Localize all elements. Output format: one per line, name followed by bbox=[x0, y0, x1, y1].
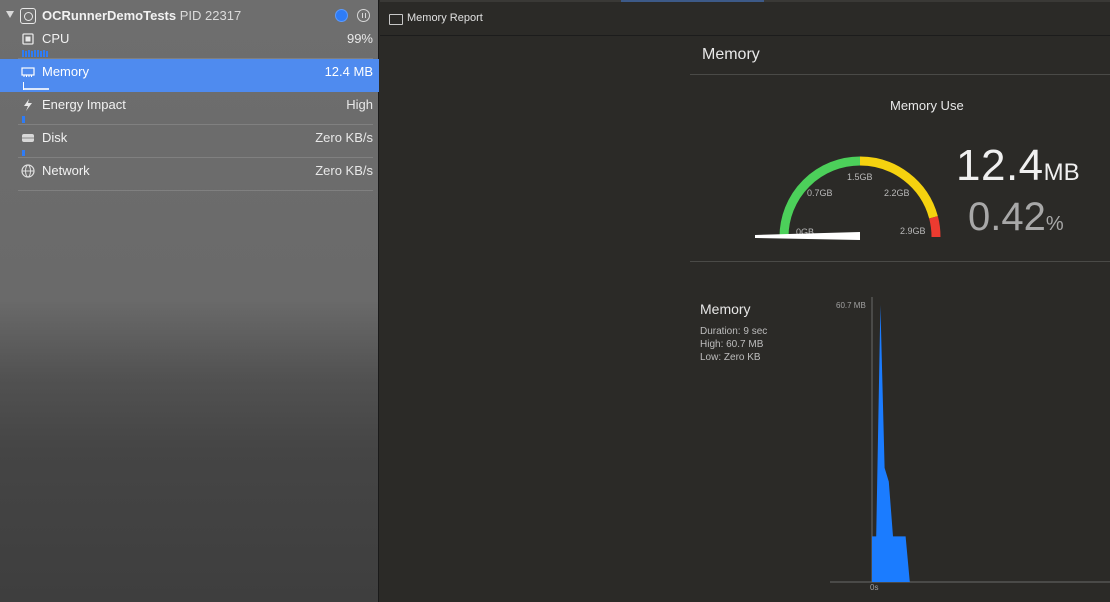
gauge-value: Zero KB/s bbox=[315, 163, 373, 178]
memory-use-value: 12.4MB bbox=[956, 141, 1080, 191]
process-status-icon[interactable] bbox=[335, 9, 348, 22]
low-stat: Low: Zero KB bbox=[700, 352, 761, 363]
report-header-title: Memory Report bbox=[407, 12, 483, 24]
process-title: OCRunnerDemoTests PID 22317 bbox=[42, 8, 241, 23]
memory-unit: MB bbox=[1043, 159, 1080, 186]
gauge-row-network[interactable]: Network Zero KB/s bbox=[0, 158, 379, 191]
gauge-label: Energy Impact bbox=[42, 97, 126, 112]
gauge-tick-label: 1.5GB bbox=[847, 172, 873, 182]
y-max-label: 60.7 MB bbox=[836, 301, 866, 310]
disk-sparkline bbox=[22, 150, 25, 156]
memory-use-gauge: 0GB 0.7GB 1.5GB 2.2GB 2.9GB bbox=[755, 156, 941, 240]
memory-chip-icon bbox=[21, 67, 35, 77]
memory-sparkline bbox=[23, 82, 49, 90]
gauge-row-disk[interactable]: Disk Zero KB/s bbox=[0, 125, 379, 158]
gauge-value: 12.4 MB bbox=[324, 64, 373, 79]
gauge-row-memory[interactable]: Memory 12.4 MB bbox=[0, 59, 379, 92]
gauge-row-cpu[interactable]: CPU 99% bbox=[0, 26, 379, 59]
debug-navigator-sidebar: OCRunnerDemoTests PID 22317 CPU 99% Memo… bbox=[0, 0, 379, 602]
gauge-title: Memory Use bbox=[890, 98, 964, 113]
gauge-label: Memory bbox=[42, 64, 89, 79]
bolt-icon bbox=[24, 99, 32, 111]
gauge-tick-label: 0.7GB bbox=[807, 188, 833, 198]
gauge-value: High bbox=[346, 97, 373, 112]
disclosure-triangle-icon[interactable] bbox=[6, 11, 14, 18]
energy-sparkline bbox=[22, 116, 25, 123]
timeline-title: Memory bbox=[700, 301, 751, 317]
gauge-value: Zero KB/s bbox=[315, 130, 373, 145]
memory-report-content: Memory Memory Use 0GB 0.7GB 1.5GB 2.2GB … bbox=[380, 37, 1110, 602]
process-pid: PID 22317 bbox=[179, 8, 242, 23]
cpu-icon bbox=[22, 33, 34, 45]
gauge-tick-label: 2.2GB bbox=[884, 188, 910, 198]
disk-icon bbox=[22, 134, 34, 142]
row-divider bbox=[18, 190, 373, 191]
percent-number: 0.42 bbox=[968, 195, 1046, 239]
cpu-sparkline bbox=[22, 50, 48, 57]
section-divider bbox=[690, 261, 1110, 262]
memory-area-series bbox=[872, 305, 914, 582]
pause-icon[interactable] bbox=[357, 9, 370, 22]
duration-stat: Duration: 9 sec bbox=[700, 326, 768, 337]
process-name: OCRunnerDemoTests bbox=[42, 8, 177, 23]
gauge-label: Disk bbox=[42, 130, 68, 145]
high-stat: High: 60.7 MB bbox=[700, 339, 764, 350]
gauge-red-arc bbox=[929, 216, 941, 238]
memory-number: 12.4 bbox=[956, 141, 1044, 190]
section-title: Memory bbox=[702, 46, 760, 63]
gauge-row-energy[interactable]: Energy Impact High bbox=[0, 92, 379, 125]
gauge-value: 99% bbox=[346, 31, 373, 46]
gauge-label: Network bbox=[42, 163, 90, 178]
process-icon bbox=[20, 8, 36, 24]
section-divider bbox=[690, 74, 1110, 75]
gauge-tick-label: 2.9GB bbox=[900, 226, 926, 236]
memory-report-icon bbox=[389, 14, 403, 25]
percent-unit: % bbox=[1045, 213, 1064, 235]
globe-icon bbox=[21, 164, 35, 178]
x-start-label: 0s bbox=[870, 583, 878, 592]
process-row[interactable]: OCRunnerDemoTests PID 22317 bbox=[0, 6, 379, 26]
gauge-label: CPU bbox=[42, 31, 70, 46]
memory-timeline-chart: 60.7 MB 0s bbox=[830, 297, 1110, 592]
memory-percent: 0.42% bbox=[968, 195, 1064, 240]
report-header: Memory Report bbox=[380, 2, 1110, 36]
